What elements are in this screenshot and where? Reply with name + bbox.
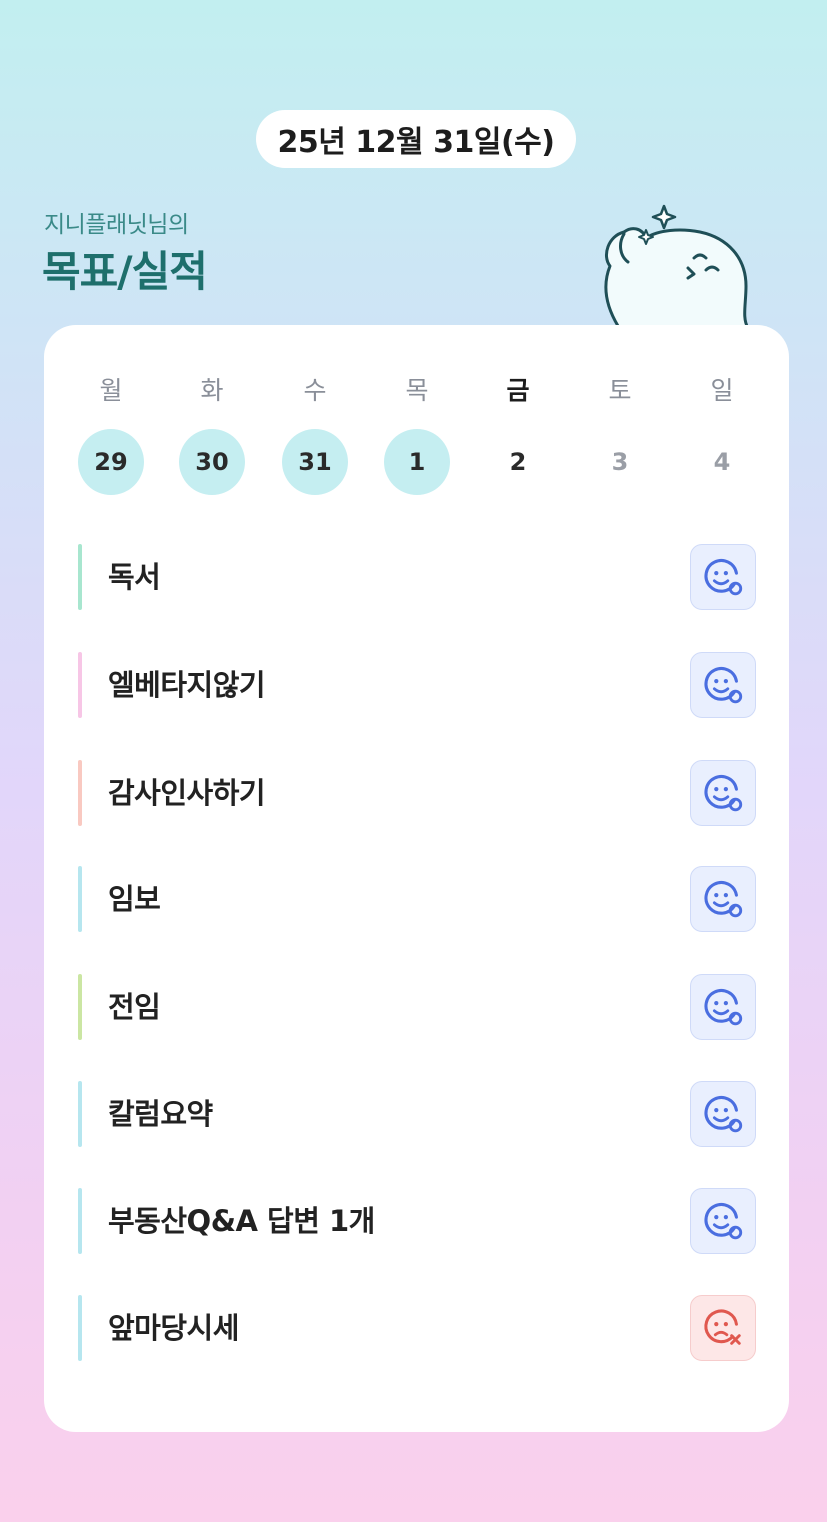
goal-color-bar [78, 652, 82, 718]
day-number: 30 [179, 429, 245, 495]
goal-label: 부동산Q&A 답변 1개 [108, 1204, 375, 1238]
goal-label: 앞마당시세 [108, 1311, 239, 1345]
day-thursday[interactable]: 목 1 [382, 373, 452, 495]
goal-item[interactable]: 부동산Q&A 답변 1개 [78, 1188, 758, 1254]
goals-card: 월 29 화 30 수 31 목 1 금 2 토 3 일 4 독서 엘베타지않기… [44, 325, 789, 1432]
goal-color-bar [78, 1081, 82, 1147]
goal-label: 엘베타지않기 [108, 668, 266, 702]
smile-check-icon [704, 1203, 743, 1240]
goal-tracker-screen: 25년 12월 31일(수) 지니플래닛님의 목표/실적 월 29 화 30 수… [0, 0, 827, 1522]
goal-status-button[interactable] [690, 760, 756, 826]
goal-status-button[interactable] [690, 1081, 756, 1147]
goal-label: 전임 [108, 990, 161, 1024]
day-number: 2 [509, 448, 527, 476]
page-title: 목표/실적 [42, 247, 208, 296]
goal-item[interactable]: 앞마당시세 [78, 1295, 758, 1361]
goal-color-bar [78, 974, 82, 1040]
day-saturday[interactable]: 토 3 [585, 373, 655, 495]
day-friday[interactable]: 금 2 [483, 373, 553, 495]
goal-item[interactable]: 독서 [78, 544, 758, 610]
smile-check-icon [704, 775, 743, 812]
goal-color-bar [78, 1188, 82, 1254]
goal-label: 독서 [108, 560, 161, 594]
day-number: 1 [384, 429, 450, 495]
week-calendar: 월 29 화 30 수 31 목 1 금 2 토 3 일 4 [44, 373, 789, 503]
day-monday[interactable]: 월 29 [76, 373, 146, 495]
goal-item[interactable]: 전임 [78, 974, 758, 1040]
day-of-week: 월 [99, 376, 123, 405]
goal-status-button[interactable] [690, 1295, 756, 1361]
goal-item[interactable]: 칼럼요약 [78, 1081, 758, 1147]
goal-status-button[interactable] [690, 1188, 756, 1254]
goal-color-bar [78, 760, 82, 826]
day-number: 29 [78, 429, 144, 495]
goal-label: 감사인사하기 [108, 776, 266, 810]
day-sunday[interactable]: 일 4 [687, 373, 757, 495]
date-selector[interactable]: 25년 12월 31일(수) [256, 110, 576, 168]
day-of-week: 화 [200, 376, 224, 405]
goal-color-bar [78, 544, 82, 610]
date-label: 25년 12월 31일(수) [277, 125, 555, 160]
goal-item[interactable]: 임보 [78, 866, 758, 932]
day-of-week: 토 [608, 376, 632, 405]
day-of-week: 수 [303, 376, 327, 405]
day-number: 4 [713, 448, 731, 476]
smile-check-icon [704, 989, 743, 1026]
day-tuesday[interactable]: 화 30 [177, 373, 247, 495]
goal-label: 임보 [108, 882, 161, 916]
goal-status-button[interactable] [690, 974, 756, 1040]
owner-label: 지니플래닛님의 [44, 212, 189, 238]
goal-status-button[interactable] [690, 652, 756, 718]
goal-color-bar [78, 1295, 82, 1361]
goal-label: 칼럼요약 [108, 1097, 213, 1131]
mascot-character-icon [604, 204, 750, 330]
sad-x-icon [704, 1309, 741, 1345]
goal-status-button[interactable] [690, 544, 756, 610]
day-wednesday[interactable]: 수 31 [280, 373, 350, 495]
day-number: 31 [282, 429, 348, 495]
goal-status-button[interactable] [690, 866, 756, 932]
day-of-week: 목 [405, 376, 429, 405]
day-of-week: 금 [506, 376, 530, 405]
day-number: 3 [611, 448, 629, 476]
smile-check-icon [704, 667, 743, 704]
smile-check-icon [704, 1096, 743, 1133]
smile-check-icon [704, 881, 743, 918]
goal-item[interactable]: 엘베타지않기 [78, 652, 758, 718]
goal-item[interactable]: 감사인사하기 [78, 760, 758, 826]
smile-check-icon [704, 559, 743, 596]
day-of-week: 일 [710, 376, 734, 405]
goal-color-bar [78, 866, 82, 932]
